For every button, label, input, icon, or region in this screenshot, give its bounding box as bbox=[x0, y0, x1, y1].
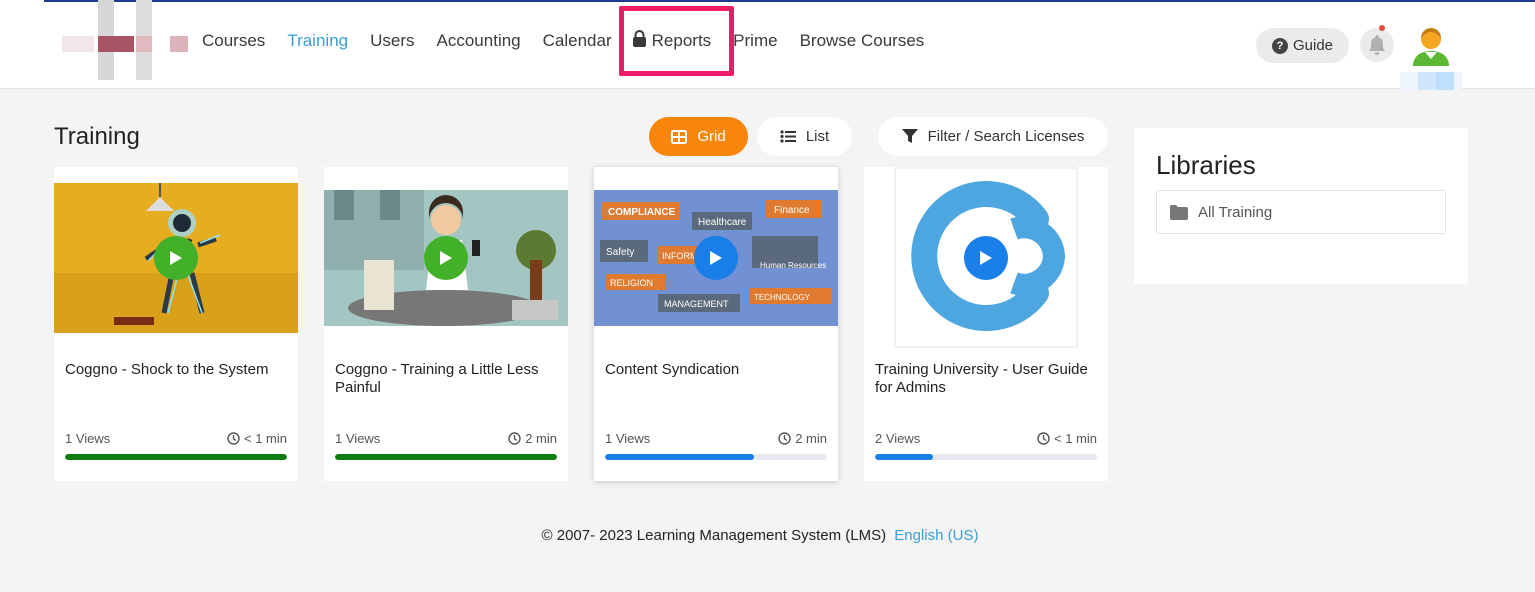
thumb-label-management: MANAGEMENT bbox=[664, 299, 729, 309]
duration-label: < 1 min bbox=[1054, 431, 1097, 446]
nav-accounting[interactable]: Accounting bbox=[437, 31, 521, 51]
nav-prime[interactable]: Prime bbox=[733, 31, 777, 51]
language-link[interactable]: English (US) bbox=[894, 527, 978, 544]
course-title[interactable]: Coggno - Training a Little Less Painful bbox=[335, 361, 561, 397]
library-item-all-training[interactable]: All Training bbox=[1156, 190, 1446, 234]
guide-label: Guide bbox=[1292, 37, 1334, 54]
course-title[interactable]: Coggno - Shock to the System bbox=[65, 361, 291, 379]
company-logo[interactable] bbox=[62, 0, 192, 80]
thumb-label-hr: Human Resources bbox=[760, 261, 826, 270]
list-view-label: List bbox=[805, 128, 830, 145]
library-item-label: All Training bbox=[1198, 203, 1273, 221]
libraries-title: Libraries bbox=[1156, 150, 1256, 180]
clock-icon bbox=[1037, 432, 1050, 445]
duration: 2 min bbox=[508, 431, 557, 446]
duration-label: 2 min bbox=[525, 431, 557, 446]
notifications-button[interactable] bbox=[1360, 28, 1394, 62]
filter-icon bbox=[901, 129, 918, 143]
views-count: 1 Views bbox=[65, 431, 111, 446]
grid-view-label: Grid bbox=[697, 128, 726, 145]
views-count: 2 Views bbox=[875, 431, 921, 446]
thumb-label-finance: Finance bbox=[774, 205, 810, 216]
libraries-panel: Libraries All Training bbox=[1134, 128, 1468, 284]
progress-fill bbox=[335, 454, 557, 460]
nav-users-label: Users bbox=[370, 31, 415, 50]
nav-courses-label: Courses bbox=[202, 31, 266, 50]
training-card[interactable]: Coggno - Training a Little Less Painful … bbox=[324, 167, 568, 481]
user-name-redacted bbox=[1400, 72, 1462, 90]
clock-icon bbox=[778, 432, 791, 445]
play-button[interactable] bbox=[424, 236, 468, 280]
training-card[interactable]: Coggno - Shock to the System 1 Views < 1… bbox=[54, 167, 298, 481]
play-icon bbox=[440, 251, 452, 265]
nav-browse-courses[interactable]: Browse Courses bbox=[800, 31, 925, 51]
thumb-label-technology: TECHNOLOGY bbox=[754, 293, 811, 302]
nav-users[interactable]: Users bbox=[370, 31, 414, 51]
views-count: 1 Views bbox=[605, 431, 651, 446]
copyright-text: © 2007- 2023 Learning Management System … bbox=[541, 527, 887, 544]
progress-fill bbox=[65, 454, 287, 460]
nav-training[interactable]: Training bbox=[287, 31, 348, 51]
course-title[interactable]: Training University - User Guide for Adm… bbox=[875, 361, 1101, 397]
play-icon bbox=[710, 251, 722, 265]
progress-bar bbox=[65, 454, 287, 460]
user-avatar[interactable] bbox=[1410, 24, 1452, 66]
duration: < 1 min bbox=[227, 431, 287, 446]
grid-view-button[interactable]: Grid bbox=[649, 117, 748, 156]
help-icon: ? bbox=[1271, 37, 1288, 54]
duration: 2 min bbox=[778, 431, 827, 446]
nav-prime-label: Prime bbox=[733, 31, 778, 50]
nav-courses[interactable]: Courses bbox=[202, 31, 265, 51]
course-title[interactable]: Content Syndication bbox=[605, 361, 831, 379]
thumb-label-information: INFORM bbox=[662, 251, 698, 261]
guide-button[interactable]: ? Guide bbox=[1256, 28, 1349, 63]
progress-fill bbox=[875, 454, 933, 460]
bell-icon bbox=[1369, 35, 1385, 55]
play-button[interactable] bbox=[964, 236, 1008, 280]
duration-label: < 1 min bbox=[244, 431, 287, 446]
top-accent-line bbox=[44, 0, 1535, 2]
training-card[interactable]: COMPLIANCE Healthcare Finance Safety INF… bbox=[594, 167, 838, 481]
progress-bar bbox=[875, 454, 1097, 460]
folder-icon bbox=[1170, 204, 1188, 220]
clock-icon bbox=[508, 432, 521, 445]
filter-search-licenses-label: Filter / Search Licenses bbox=[927, 128, 1085, 145]
progress-bar bbox=[605, 454, 827, 460]
filter-search-licenses-button[interactable]: Filter / Search Licenses bbox=[878, 117, 1108, 156]
footer: © 2007- 2023 Learning Management System … bbox=[0, 527, 1520, 544]
play-icon bbox=[170, 251, 182, 265]
nav-calendar[interactable]: Calendar bbox=[543, 31, 612, 51]
duration: < 1 min bbox=[1037, 431, 1097, 446]
top-navbar: Courses Training Users Accounting Calend… bbox=[0, 0, 1535, 90]
play-icon bbox=[980, 251, 992, 265]
progress-fill bbox=[605, 454, 754, 460]
thumb-label-religion: RELIGION bbox=[610, 278, 653, 288]
play-button[interactable] bbox=[694, 236, 738, 280]
thumb-label-healthcare: Healthcare bbox=[698, 217, 747, 228]
thumb-label-safety: Safety bbox=[606, 247, 634, 258]
reports-highlight-box bbox=[619, 6, 734, 76]
notification-dot bbox=[1379, 25, 1385, 31]
list-icon bbox=[780, 130, 796, 143]
play-button[interactable] bbox=[154, 236, 198, 280]
views-count: 1 Views bbox=[335, 431, 381, 446]
grid-icon bbox=[671, 129, 688, 144]
nav-calendar-label: Calendar bbox=[542, 31, 612, 50]
list-view-button[interactable]: List bbox=[757, 117, 852, 156]
page-title: Training bbox=[54, 123, 140, 150]
main-nav: Courses Training Users Accounting Calend… bbox=[202, 30, 946, 52]
nav-accounting-label: Accounting bbox=[436, 31, 521, 50]
duration-label: 2 min bbox=[795, 431, 827, 446]
nav-browse-courses-label: Browse Courses bbox=[799, 31, 925, 50]
training-card[interactable]: Training University - User Guide for Adm… bbox=[864, 167, 1108, 481]
nav-training-label: Training bbox=[287, 31, 349, 50]
clock-icon bbox=[227, 432, 240, 445]
progress-bar bbox=[335, 454, 557, 460]
thumb-label-compliance: COMPLIANCE bbox=[608, 207, 676, 218]
